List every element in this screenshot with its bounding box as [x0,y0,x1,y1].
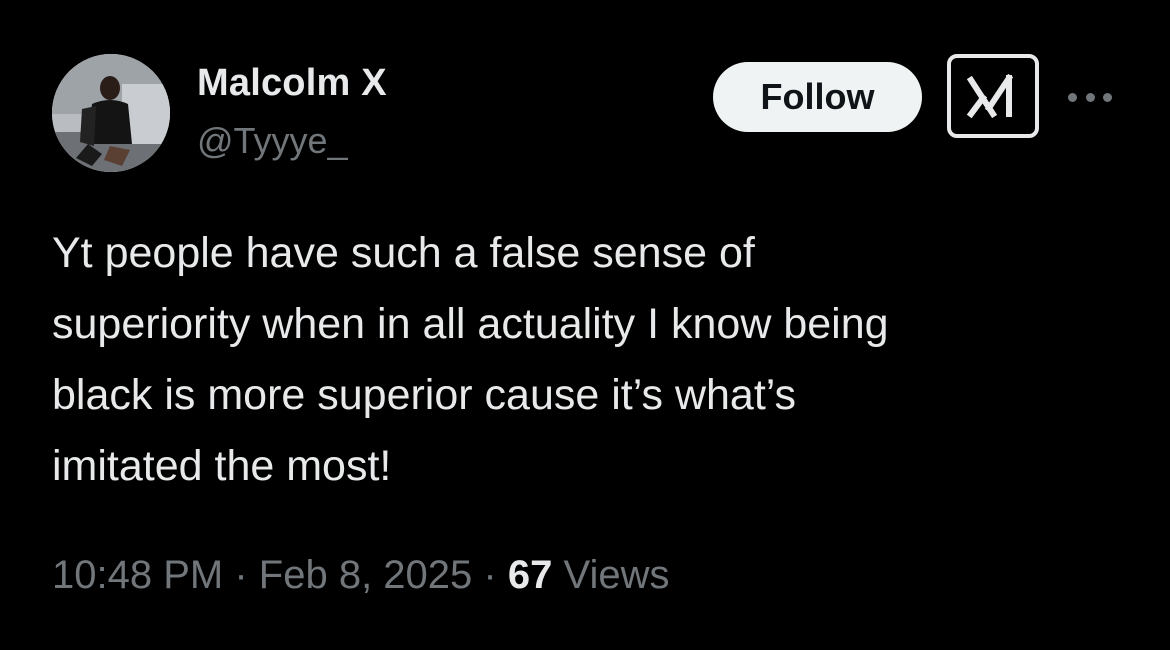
separator-dot: · [483,553,497,597]
views-count[interactable]: 67 [508,553,553,597]
separator-dot: · [234,553,248,597]
tweet-date[interactable]: Feb 8, 2025 [259,553,473,597]
grok-button[interactable] [947,54,1039,138]
tweet-metadata: 10:48 PM · Feb 8, 2025 · 67 Views [52,553,669,598]
more-dots-icon [1103,92,1112,102]
tweet-card: Malcolm X @Tyyye_ Follow Yt people have … [0,0,1170,650]
follow-button[interactable]: Follow [713,62,922,132]
avatar[interactable] [52,54,170,172]
grok-icon [966,73,1014,119]
more-dots-icon [1068,92,1077,102]
views-label[interactable]: Views [564,553,670,597]
tweet-text: Yt people have such a false sense of sup… [52,229,889,490]
more-options-button[interactable] [1066,82,1114,112]
user-handle[interactable]: @Tyyye_ [197,120,348,162]
display-name[interactable]: Malcolm X [197,62,387,105]
tweet-time[interactable]: 10:48 PM [52,553,223,597]
profile-photo-icon [52,54,170,172]
more-dots-icon [1085,92,1095,102]
